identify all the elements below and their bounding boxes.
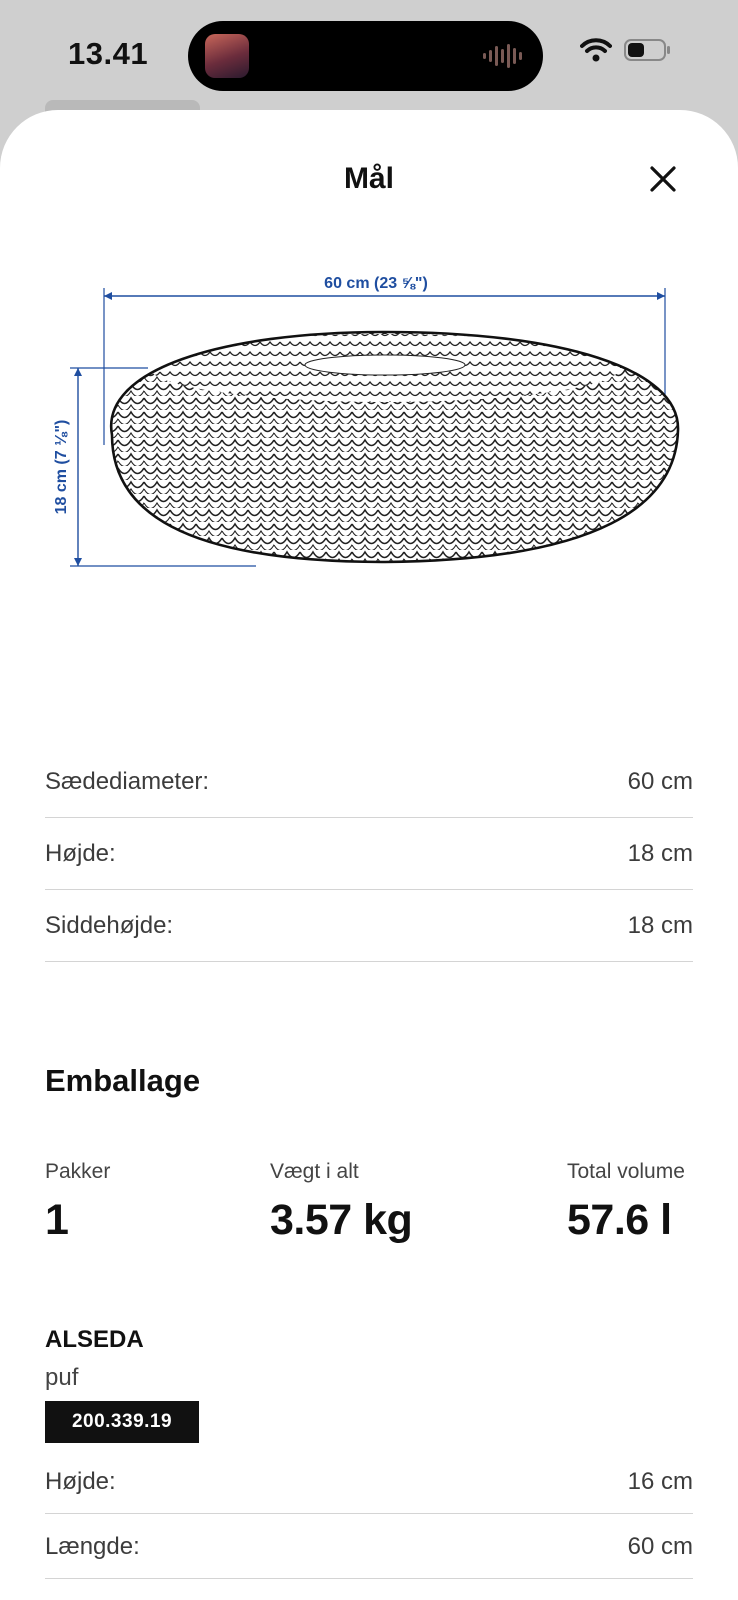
height-dimension-label: 18 cm (7 ⅛") bbox=[53, 420, 70, 515]
status-time: 13.41 bbox=[68, 36, 149, 71]
stat-label: Vægt i alt bbox=[270, 1160, 359, 1183]
system-icons bbox=[580, 38, 672, 62]
dimension-value: 18 cm bbox=[627, 840, 693, 867]
stat-value: 57.6 l bbox=[567, 1196, 672, 1244]
battery-icon bbox=[624, 39, 670, 61]
dimension-row: Siddehøjde: 18 cm bbox=[45, 891, 693, 962]
article-number-badge: 200.339.19 bbox=[45, 1401, 199, 1443]
packaging-title: Emballage bbox=[45, 1063, 201, 1098]
dimension-value: 18 cm bbox=[627, 912, 693, 939]
dimension-label: Sædediameter: bbox=[45, 768, 210, 795]
stat-label: Pakker bbox=[45, 1160, 111, 1183]
dimension-row: Sædediameter: 60 cm bbox=[45, 747, 693, 818]
sheet-title: Mål bbox=[343, 162, 394, 195]
dimension-label: Siddehøjde: bbox=[45, 912, 174, 939]
dimension-value: 60 cm bbox=[627, 768, 693, 795]
width-dimension-label: 60 cm (23 ⅝") bbox=[324, 275, 428, 292]
product-type: puf bbox=[45, 1364, 79, 1391]
product-name: ALSEDA bbox=[45, 1326, 144, 1353]
dimension-label: Højde: bbox=[45, 1467, 116, 1495]
stat-label: Total volume bbox=[567, 1160, 685, 1183]
dimensions-sheet: Mål 60 cm (23 ⅝") 18 cm (7 ⅛") Sædediame… bbox=[0, 110, 738, 1600]
dynamic-island[interactable] bbox=[188, 21, 543, 91]
dimension-value: 60 cm bbox=[627, 1532, 693, 1560]
stat-value: 1 bbox=[45, 1196, 69, 1244]
close-icon[interactable] bbox=[648, 164, 678, 194]
package-dimension-row: Højde: 16 cm bbox=[45, 1450, 693, 1514]
pouf-illustration bbox=[109, 330, 680, 564]
now-playing-artwork[interactable] bbox=[205, 34, 249, 78]
package-dimension-row: Længde: 60 cm bbox=[45, 1515, 693, 1579]
wifi-icon bbox=[580, 38, 612, 62]
dimension-label: Højde: bbox=[45, 840, 116, 867]
stat-value: 3.57 kg bbox=[270, 1196, 413, 1244]
dimension-label: Længde: bbox=[45, 1532, 140, 1560]
dimension-row: Højde: 18 cm bbox=[45, 819, 693, 890]
audio-waveform-icon bbox=[483, 44, 522, 68]
volume-stat: Total volume 57.6 l bbox=[567, 1160, 685, 1245]
weight-stat: Vægt i alt 3.57 kg bbox=[270, 1160, 413, 1245]
packages-stat: Pakker 1 bbox=[45, 1160, 110, 1245]
dimension-value: 16 cm bbox=[627, 1467, 693, 1495]
status-bar: 13.41 bbox=[0, 0, 738, 110]
product-dimension-diagram: 60 cm (23 ⅝") 18 cm (7 ⅛") bbox=[53, 275, 680, 567]
